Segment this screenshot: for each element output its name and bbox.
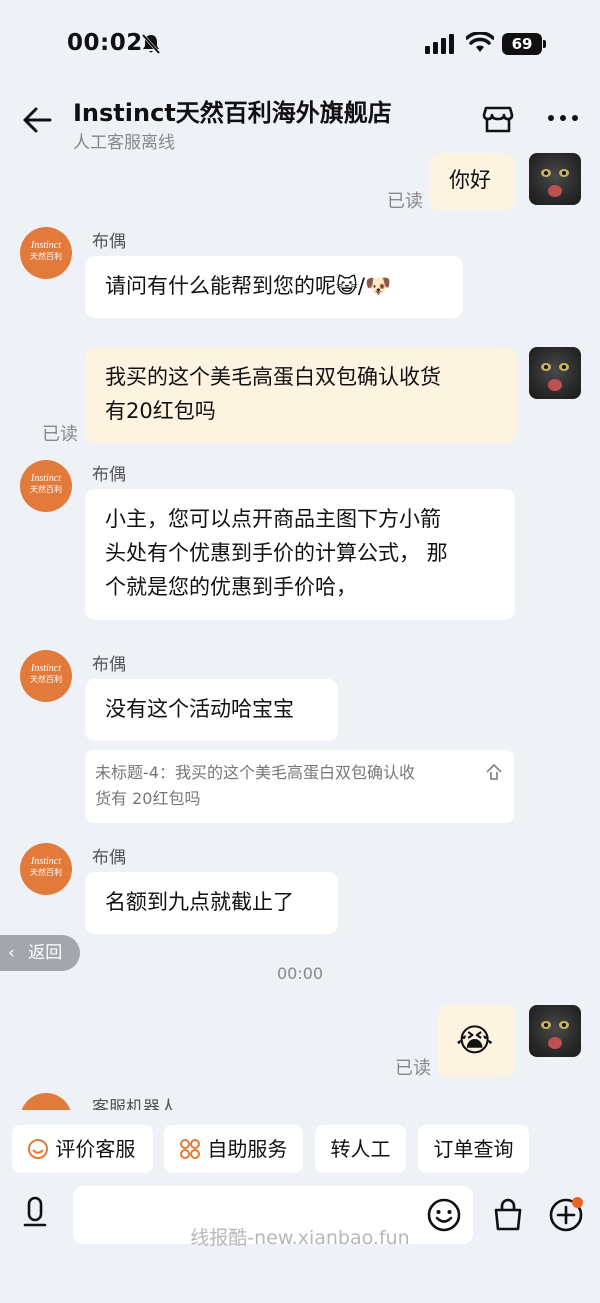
smiley-icon	[28, 1139, 48, 1159]
sender-name: 布偶	[92, 655, 126, 675]
quote-line: 未标题-4：我买的这个美毛高蛋白双包确认收	[95, 763, 415, 782]
notification-dot	[572, 1197, 583, 1208]
rate-service-label: 评价客服	[55, 1137, 136, 1161]
avatar-logo-subtext: 天然百利	[30, 868, 62, 877]
avatar-logo-subtext: 天然百利	[30, 485, 62, 494]
quote-line: 货有 20红包吗	[95, 789, 201, 808]
message-line: 个就是您的优惠到手价哈，	[105, 575, 357, 599]
read-receipt: 已读	[395, 1058, 431, 1079]
order-query-button[interactable]: 订单查询	[418, 1125, 529, 1173]
message-bubble[interactable]: 请问有什么能帮到您的呢😺/🐶	[85, 256, 463, 318]
shop-avatar[interactable]: Instinct 天然百利	[20, 843, 72, 895]
user-avatar[interactable]	[529, 153, 581, 205]
rate-service-button[interactable]: 评价客服	[12, 1125, 153, 1173]
watermark: 线报酷-new.xianbao.fun	[190, 1227, 410, 1249]
shop-avatar[interactable]	[20, 1093, 72, 1110]
avatar-logo-text: Instinct	[31, 856, 61, 867]
quoted-message[interactable]: 未标题-4：我买的这个美毛高蛋白双包确认收 货有 20红包吗	[85, 750, 514, 823]
message-line: 小主，您可以点开商品主图下方小箭	[105, 507, 441, 531]
sender-name: 客服机器人	[92, 1098, 177, 1110]
sender-name: 布偶	[92, 848, 126, 868]
wifi-icon	[466, 32, 494, 52]
user-avatar[interactable]	[529, 347, 581, 399]
chat-messages: 你好 已读 Instinct 天然百利 布偶 请问有什么能帮到您的呢😺/🐶 我买…	[0, 150, 600, 1110]
sender-name: 布偶	[92, 232, 126, 252]
user-avatar[interactable]	[529, 1005, 581, 1057]
message-bubble[interactable]: 😭	[438, 1005, 515, 1077]
shop-icon[interactable]	[480, 100, 516, 136]
back-arrow-icon[interactable]	[20, 102, 56, 138]
status-bar: 00:02 69	[0, 0, 600, 90]
chat-header: Instinct天然百利海外旗舰店 人工客服离线	[0, 90, 600, 155]
avatar-logo-text: Instinct	[31, 663, 61, 674]
message-bubble[interactable]: 小主，您可以点开商品主图下方小箭 头处有个优惠到手价的计算公式， 那 个就是您的…	[85, 489, 515, 620]
transfer-human-button[interactable]: 转人工	[315, 1125, 406, 1173]
more-icon[interactable]	[545, 100, 581, 136]
input-bar: 线报酷-new.xianbao.fun	[0, 1183, 600, 1303]
message-bubble[interactable]: 你好	[429, 153, 515, 210]
scroll-to-quote-icon[interactable]	[484, 762, 504, 782]
sender-name: 布偶	[92, 465, 126, 485]
cat-photo-icon	[541, 1021, 569, 1049]
grid-icon	[180, 1139, 200, 1159]
self-service-button[interactable]: 自助服务	[164, 1125, 303, 1173]
shop-avatar[interactable]: Instinct 天然百利	[20, 227, 72, 279]
battery-tip	[543, 40, 546, 48]
avatar-logo-text: Instinct	[31, 240, 61, 251]
cat-photo-icon	[541, 363, 569, 391]
return-label: 返回	[28, 943, 63, 963]
message-timestamp: 00:00	[276, 964, 324, 983]
message-line: 头处有个优惠到手价的计算公式， 那	[105, 541, 448, 565]
shop-avatar[interactable]: Instinct 天然百利	[20, 460, 72, 512]
read-receipt: 已读	[42, 424, 78, 445]
cat-photo-icon	[541, 169, 569, 197]
message-bubble[interactable]: 没有这个活动哈宝宝	[85, 679, 338, 741]
signal-icon	[425, 34, 454, 54]
message-bubble[interactable]: 名额到九点就截止了	[85, 872, 338, 934]
message-bubble[interactable]: 我买的这个美毛高蛋白双包确认收货 有20红包吗	[85, 347, 517, 443]
avatar-logo-subtext: 天然百利	[30, 675, 62, 684]
avatar-logo-text: Instinct	[31, 473, 61, 484]
message-line: 我买的这个美毛高蛋白双包确认收货	[105, 365, 441, 389]
self-service-label: 自助服务	[207, 1137, 288, 1161]
chevron-left-icon: ‹	[8, 943, 15, 963]
shop-avatar[interactable]: Instinct 天然百利	[20, 650, 72, 702]
status-time: 00:02	[67, 30, 143, 56]
battery-indicator: 69	[502, 33, 542, 55]
read-receipt: 已读	[387, 191, 423, 212]
avatar-logo-subtext: 天然百利	[30, 252, 62, 261]
mute-bell-icon	[141, 34, 161, 54]
page-title[interactable]: Instinct天然百利海外旗舰店	[73, 93, 392, 128]
message-line: 有20红包吗	[105, 399, 216, 423]
